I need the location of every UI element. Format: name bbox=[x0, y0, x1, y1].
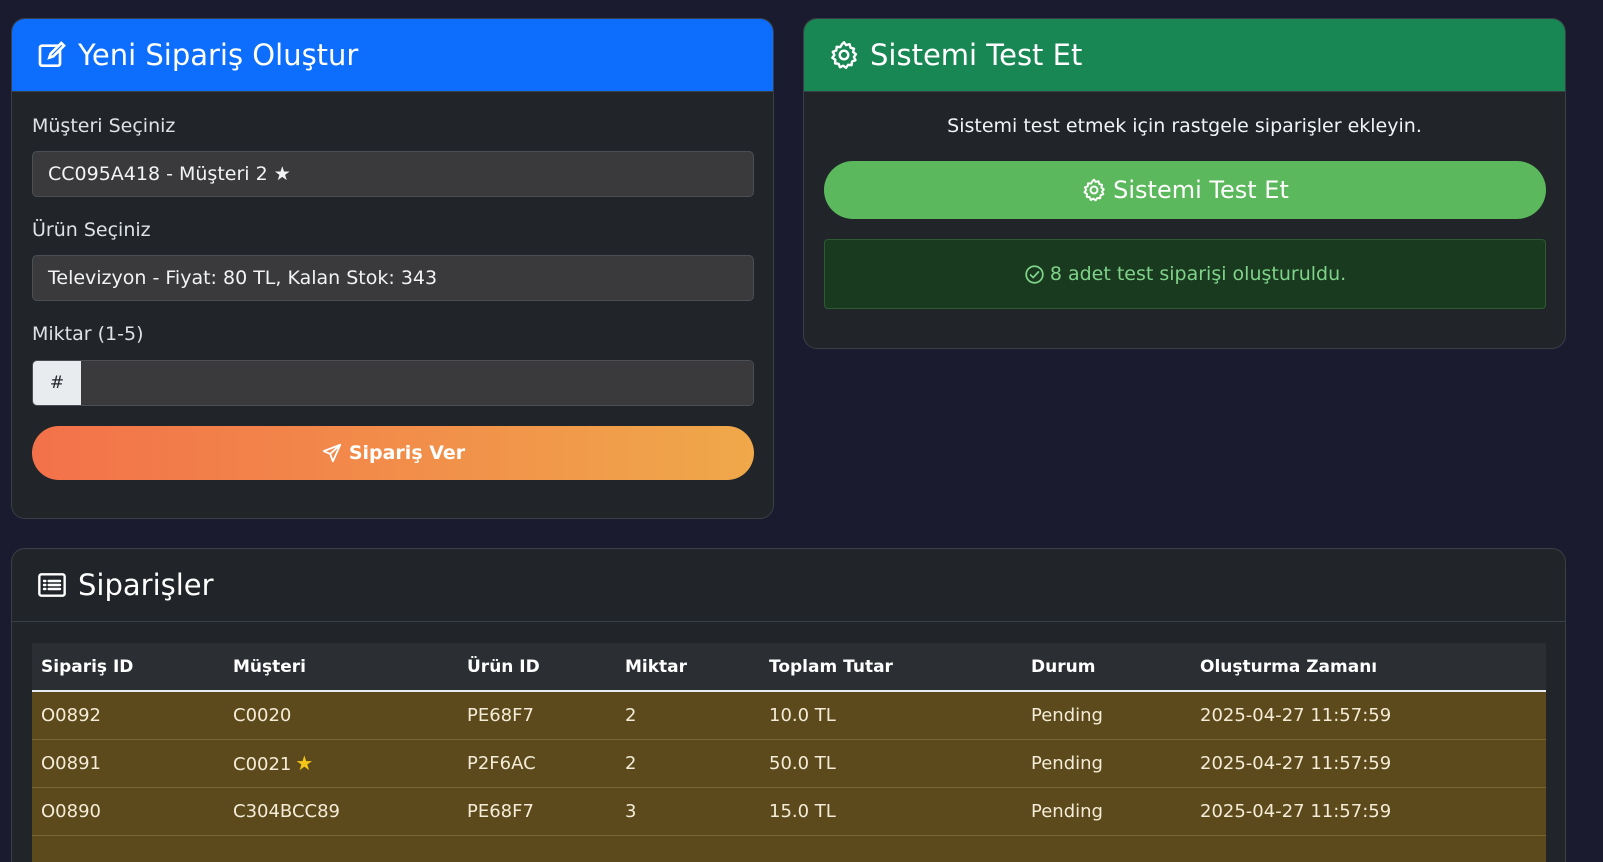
customer-cell: C304BCC89 bbox=[224, 787, 458, 836]
test-system-card: Sistemi Test Et Sistemi test etmek için … bbox=[803, 18, 1566, 349]
gear-icon bbox=[828, 39, 860, 71]
order-id-cell: O0891 bbox=[32, 739, 224, 788]
quantity-label: Miktar (1-5) bbox=[32, 323, 144, 345]
quantity-cell: 3 bbox=[616, 787, 760, 836]
quantity-cell: 2 bbox=[616, 691, 760, 740]
check-circle-icon bbox=[1025, 264, 1044, 284]
status-cell: Pending bbox=[1022, 739, 1191, 788]
send-icon bbox=[322, 443, 341, 463]
customer-cell: C0021 ★ bbox=[224, 739, 458, 788]
test-system-title: Sistemi Test Et bbox=[870, 38, 1083, 72]
column-header-quantity: Miktar bbox=[616, 643, 760, 692]
customer-label: Müşteri Seçiniz bbox=[32, 115, 176, 137]
product-label: Ürün Seçiniz bbox=[32, 219, 151, 241]
place-order-button[interactable]: Sipariş Ver bbox=[32, 426, 754, 480]
product-id-cell: P2F6AC bbox=[458, 739, 616, 788]
new-order-card: Yeni Sipariş Oluştur Müşteri Seçiniz CC0… bbox=[11, 18, 774, 519]
customer-cell: C0020 bbox=[224, 691, 458, 740]
created-at-cell: 2025-04-27 11:57:59 bbox=[1191, 691, 1546, 740]
created-at-cell: 2025-04-27 11:57:59 bbox=[1191, 787, 1546, 836]
list-icon bbox=[36, 569, 68, 601]
order-id-cell: O0890 bbox=[32, 787, 224, 836]
product-id-cell bbox=[458, 835, 616, 862]
customer-select[interactable]: CC095A418 - Müşteri 2 ★ bbox=[32, 151, 754, 197]
quantity-cell: 2 bbox=[616, 739, 760, 788]
product-id-cell: PE68F7 bbox=[458, 691, 616, 740]
total-cell: 15.0 TL bbox=[760, 787, 1022, 836]
gear-icon bbox=[1083, 178, 1105, 202]
orders-header: Siparişler bbox=[12, 549, 1565, 622]
orders-table-header: Sipariş ID Müşteri Ürün ID Miktar Toplam… bbox=[32, 643, 1546, 692]
test-system-description: Sistemi test etmek için rastgele sipariş… bbox=[947, 115, 1422, 137]
table-row: O0890 C304BCC89 PE68F7 3 15.0 TL Pending… bbox=[32, 787, 1546, 836]
column-header-order-id: Sipariş ID bbox=[32, 643, 224, 692]
product-id-cell: PE68F7 bbox=[458, 787, 616, 836]
quantity-input-group: # bbox=[32, 360, 754, 406]
success-alert-text: 8 adet test siparişi oluşturuldu. bbox=[1049, 263, 1347, 285]
place-order-label: Sipariş Ver bbox=[348, 442, 466, 464]
column-header-status: Durum bbox=[1022, 643, 1191, 692]
new-order-title: Yeni Sipariş Oluştur bbox=[78, 38, 359, 72]
product-select[interactable]: Televizyon - Fiyat: 80 TL, Kalan Stok: 3… bbox=[32, 255, 754, 301]
total-cell bbox=[760, 835, 1022, 862]
success-alert: 8 adet test siparişi oluşturuldu. bbox=[824, 239, 1546, 309]
quantity-cell bbox=[616, 835, 760, 862]
table-row bbox=[32, 835, 1546, 862]
table-row: O0891 C0021 ★ P2F6AC 2 50.0 TL Pending 20… bbox=[32, 739, 1546, 788]
quantity-input[interactable] bbox=[81, 361, 753, 405]
orders-table: Sipariş ID Müşteri Ürün ID Miktar Toplam… bbox=[32, 643, 1546, 862]
customer-cell bbox=[224, 835, 458, 862]
edit-icon bbox=[36, 39, 68, 71]
order-id-cell bbox=[32, 835, 224, 862]
test-system-header: Sistemi Test Et bbox=[804, 19, 1565, 92]
total-cell: 50.0 TL bbox=[760, 739, 1022, 788]
column-header-created-at: Oluşturma Zamanı bbox=[1191, 643, 1546, 692]
status-cell: Pending bbox=[1022, 787, 1191, 836]
new-order-header: Yeni Sipariş Oluştur bbox=[12, 19, 773, 92]
created-at-cell: 2025-04-27 11:57:59 bbox=[1191, 739, 1546, 788]
hash-addon: # bbox=[33, 361, 81, 405]
test-system-button[interactable]: Sistemi Test Et bbox=[824, 161, 1546, 219]
orders-title: Siparişler bbox=[78, 568, 214, 602]
status-cell: Pending bbox=[1022, 691, 1191, 740]
table-row: O0892 C0020 PE68F7 2 10.0 TL Pending 202… bbox=[32, 691, 1546, 740]
order-id-cell: O0892 bbox=[32, 691, 224, 740]
orders-card: Siparişler Sipariş ID Müşteri Ürün ID Mi… bbox=[11, 548, 1566, 862]
column-header-product-id: Ürün ID bbox=[458, 643, 616, 692]
created-at-cell bbox=[1191, 835, 1546, 862]
test-system-button-label: Sistemi Test Et bbox=[1113, 176, 1289, 204]
customer-id: C0021 bbox=[233, 754, 292, 775]
column-header-total: Toplam Tutar bbox=[760, 643, 1022, 692]
star-icon: ★ bbox=[295, 751, 314, 775]
column-header-customer: Müşteri bbox=[224, 643, 458, 692]
total-cell: 10.0 TL bbox=[760, 691, 1022, 740]
status-cell bbox=[1022, 835, 1191, 862]
